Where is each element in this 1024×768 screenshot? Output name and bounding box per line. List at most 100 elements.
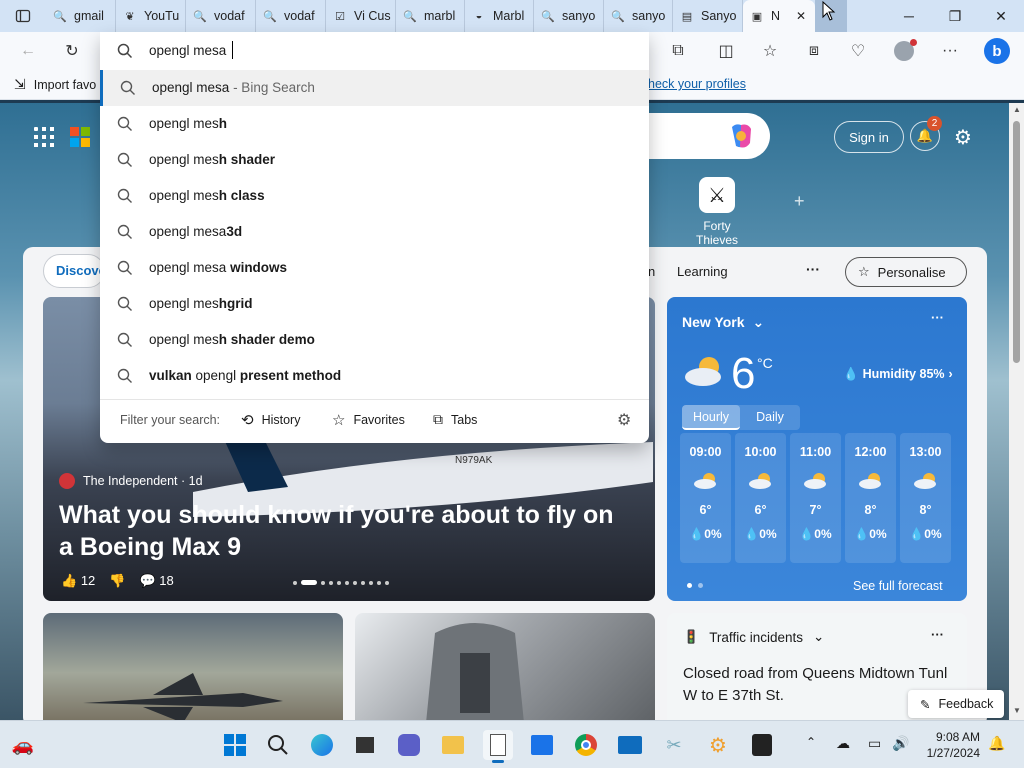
collections-button[interactable]: ⧈ xyxy=(800,38,828,64)
suggestion-item[interactable]: opengl mesa windows xyxy=(100,250,649,286)
suggestion-item[interactable]: opengl mesh class xyxy=(100,178,649,214)
scrollbar-thumb[interactable] xyxy=(1013,121,1020,363)
nav-more-button[interactable]: ··· xyxy=(806,261,820,277)
carousel-dots[interactable] xyxy=(293,580,389,585)
tab-discover[interactable]: Discove xyxy=(43,254,105,288)
quick-link-forty-thieves[interactable]: ⚔ Forty Thieves xyxy=(681,177,753,247)
page-settings-button[interactable]: ⚙ xyxy=(954,125,972,150)
tab-actions-button[interactable] xyxy=(0,0,46,32)
extensions-button[interactable]: ⧉ xyxy=(664,38,692,64)
search-settings-button[interactable]: ⚙ xyxy=(617,410,631,430)
see-full-forecast-link[interactable]: See full forecast xyxy=(853,579,943,593)
scroll-up-icon[interactable]: ▲ xyxy=(1013,105,1021,114)
feedback-button[interactable]: ✎ Feedback xyxy=(908,690,1004,718)
file-explorer-button[interactable] xyxy=(438,730,468,760)
weather-card[interactable]: New York ⌄ ··· 6 °C 💧 Humidity 85% › Hourly… xyxy=(667,297,967,601)
filter-tabs-button[interactable]: ⧉ Tabs xyxy=(433,411,477,428)
browser-essentials-button[interactable]: ♡ xyxy=(844,38,872,64)
humidity[interactable]: 💧 Humidity 85% › xyxy=(843,367,953,382)
tab-10[interactable]: ▣ N ✕ xyxy=(743,0,815,32)
chrome-button[interactable] xyxy=(571,730,601,760)
hourly-item[interactable]: 11:00 7° 💧0% xyxy=(790,433,841,563)
check-profiles-link[interactable]: heck your profiles xyxy=(648,77,746,91)
like-button[interactable]: 👍 12 xyxy=(61,573,95,589)
back-button[interactable]: ← xyxy=(14,38,42,64)
mail-button[interactable] xyxy=(615,730,645,760)
suggestion-item[interactable]: opengl mesh xyxy=(100,106,649,142)
tab-hourly[interactable]: Hourly xyxy=(682,405,740,430)
store-button[interactable] xyxy=(527,730,557,760)
settings-app-button[interactable]: ⚙ xyxy=(703,730,733,760)
hourly-item[interactable]: 13:00 8° 💧0% xyxy=(900,433,951,563)
widgets-button[interactable]: 🚗 xyxy=(8,730,38,760)
snipping-tool-button[interactable]: ✂ xyxy=(659,730,689,760)
minimize-button[interactable]: ─ xyxy=(886,0,932,32)
profile-button[interactable] xyxy=(890,38,918,64)
address-input[interactable]: opengl mesa xyxy=(149,43,226,58)
nav-partial-item[interactable]: n xyxy=(648,264,655,279)
traffic-header[interactable]: 🚦 Traffic incidents ⌄ xyxy=(683,629,824,645)
solitaire-button[interactable] xyxy=(747,730,777,760)
weather-unit[interactable]: °C xyxy=(757,355,773,371)
close-window-button[interactable]: ✕ xyxy=(978,0,1024,32)
close-tab-icon[interactable]: ✕ xyxy=(796,9,806,23)
tab-2[interactable]: 🔍 vodaf xyxy=(186,0,256,32)
add-quick-link-button[interactable]: + xyxy=(794,191,805,212)
edge-beta-button[interactable] xyxy=(307,730,337,760)
tab-3[interactable]: 🔍 vodaf xyxy=(256,0,326,32)
scroll-down-icon[interactable]: ▼ xyxy=(1013,706,1021,715)
weather-city[interactable]: New York ⌄ xyxy=(682,314,764,331)
suggestion-item[interactable]: opengl mesh shader demo xyxy=(100,322,649,358)
comment-button[interactable]: 💬 18 xyxy=(139,573,173,589)
network-icon[interactable]: ▭ xyxy=(868,735,881,752)
personalise-button[interactable]: ☆ Personalise xyxy=(845,257,967,287)
settings-and-more-button[interactable]: ··· xyxy=(936,38,964,64)
filter-history-button[interactable]: ⟲ History xyxy=(241,411,300,429)
news-card-jet[interactable] xyxy=(43,613,343,720)
suggestion-item[interactable]: opengl meshgrid xyxy=(100,286,649,322)
notepad-button[interactable] xyxy=(483,730,513,763)
start-button[interactable] xyxy=(220,730,250,760)
tab-7[interactable]: 🔍 sanyo xyxy=(534,0,604,32)
volume-icon[interactable]: 🔊 xyxy=(892,735,909,752)
search-button[interactable] xyxy=(263,730,293,760)
weather-more-button[interactable]: ··· xyxy=(931,310,944,325)
clock[interactable]: 9:08 AM 1/27/2024 xyxy=(922,729,980,761)
tab-5[interactable]: 🔍 marbl xyxy=(396,0,465,32)
tab-6[interactable]: ◒ Marbl xyxy=(465,0,534,32)
chevron-up-icon[interactable]: ⌃ xyxy=(806,735,816,749)
weather-pager-dots[interactable] xyxy=(687,583,703,588)
refresh-button[interactable]: ↻ xyxy=(58,38,86,64)
page-scrollbar[interactable]: ▲ ▼ xyxy=(1009,103,1024,720)
tab-daily[interactable]: Daily xyxy=(740,405,800,430)
copilot-sidebar-button[interactable]: b xyxy=(982,36,1012,66)
suggestion-item[interactable]: vulkan opengl present method xyxy=(100,358,649,394)
favorites-button[interactable]: ☆ xyxy=(756,38,784,64)
task-view-button[interactable] xyxy=(350,730,380,760)
import-favorites-button[interactable]: ⇲ Import favo xyxy=(14,76,96,93)
hourly-item[interactable]: 12:00 8° 💧0% xyxy=(845,433,896,563)
tab-0[interactable]: 🔍 gmail xyxy=(46,0,116,32)
split-screen-button[interactable]: ◫ xyxy=(712,38,740,64)
address-bar[interactable]: opengl mesa xyxy=(100,32,649,70)
hourly-item[interactable]: 09:00 6° 💧0% xyxy=(680,433,731,563)
filter-favorites-button[interactable]: ☆ Favorites xyxy=(332,411,405,429)
hourly-item[interactable]: 10:00 6° 💧0% xyxy=(735,433,786,563)
tab-9[interactable]: ▤ Sanyo xyxy=(673,0,743,32)
sign-in-button[interactable]: Sign in xyxy=(834,121,904,153)
tab-1[interactable]: ❦ YouTu xyxy=(116,0,186,32)
notifications-button[interactable]: 🔔 2 xyxy=(910,116,942,151)
suggestion-item[interactable]: opengl mesa3d xyxy=(100,214,649,250)
suggestion-item[interactable]: opengl mesh shader xyxy=(100,142,649,178)
onedrive-cloud-icon[interactable]: ☁ xyxy=(836,735,850,752)
app-launcher-icon[interactable] xyxy=(34,127,54,147)
tab-4[interactable]: ☑ Vi Cus xyxy=(326,0,396,32)
maximize-button[interactable]: ❐ xyxy=(932,0,978,32)
tab-learning[interactable]: Learning xyxy=(677,264,728,279)
news-card-armor[interactable] xyxy=(355,613,655,720)
chat-button[interactable] xyxy=(394,730,424,760)
copilot-icon[interactable] xyxy=(726,123,756,149)
dislike-icon[interactable]: 👎 xyxy=(109,573,125,589)
hero-headline[interactable]: What you should know if you're about to … xyxy=(59,499,619,563)
suggestion-item[interactable]: opengl mesa - Bing Search xyxy=(100,70,649,106)
